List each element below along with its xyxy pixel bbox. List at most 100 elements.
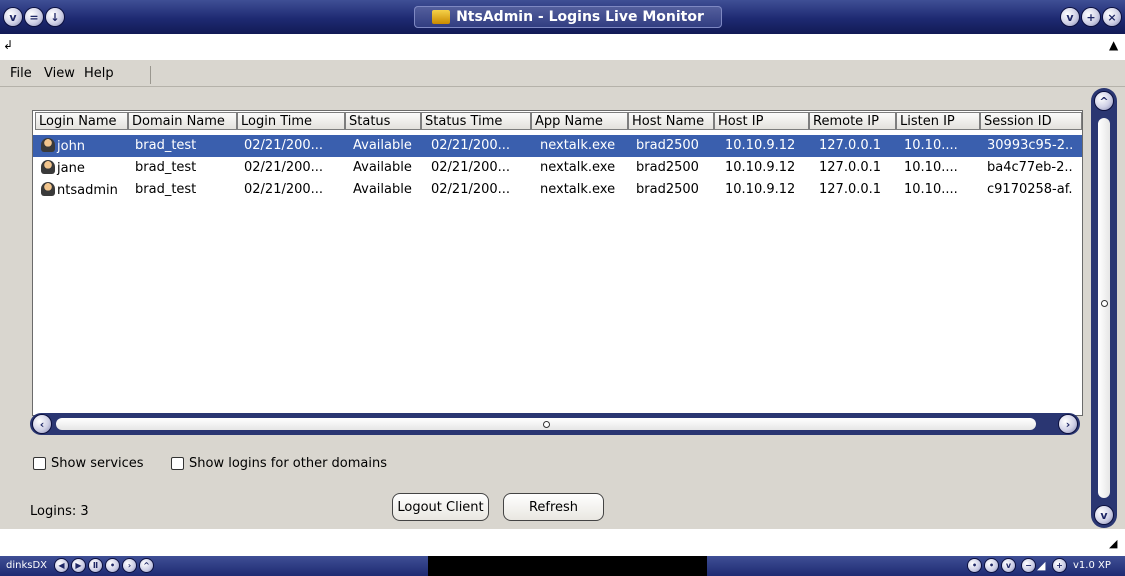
cell-listen-ip: 10.10.... — [904, 160, 958, 175]
checkbox-box[interactable] — [171, 457, 184, 470]
app-logo-icon — [432, 10, 451, 24]
tray-button-2-icon[interactable]: • — [985, 559, 998, 572]
close-icon[interactable]: × — [1103, 8, 1121, 26]
cell-status: Available — [353, 182, 412, 197]
cell-login-time: 02/21/200... — [244, 160, 324, 175]
column-remote-ip[interactable]: Remote IP — [809, 112, 896, 130]
logins-table[interactable]: Login Name Domain Name Login Time Status… — [32, 110, 1083, 416]
vertical-scroll-thumb[interactable] — [1101, 300, 1108, 307]
menu-bar: File View Help — [0, 60, 1125, 87]
cell-host-ip: 10.10.9.12 — [725, 160, 796, 175]
show-services-label: Show services — [51, 456, 144, 471]
table-header: Login Name Domain Name Login Time Status… — [33, 111, 1082, 132]
user-icon — [41, 160, 55, 174]
cell-host-ip: 10.10.9.12 — [725, 138, 796, 153]
logins-count: Logins: 3 — [30, 504, 89, 519]
cell-host-ip: 10.10.9.12 — [725, 182, 796, 197]
column-listen-ip[interactable]: Listen IP — [896, 112, 980, 130]
taskbar-button-2-icon[interactable]: ▶ — [72, 559, 85, 572]
cell-status-time: 02/21/200... — [431, 160, 511, 175]
volume-icon[interactable]: ◢ — [1037, 559, 1045, 572]
checkbox-box[interactable] — [33, 457, 46, 470]
tray-button-3-icon[interactable]: v — [1002, 559, 1015, 572]
cell-host-name: brad2500 — [636, 138, 699, 153]
scroll-left-icon[interactable]: ‹ — [33, 415, 51, 433]
cell-session-id: 30993c95-2.. — [987, 138, 1074, 153]
user-icon — [41, 138, 55, 152]
vertical-scrollbar[interactable]: ^ v — [1091, 88, 1117, 528]
column-host-name[interactable]: Host Name — [628, 112, 714, 130]
vertical-scroll-track[interactable] — [1098, 118, 1110, 498]
title-bar: v = ↓ NtsAdmin - Logins Live Monitor v +… — [0, 0, 1125, 34]
refresh-button[interactable]: Refresh — [503, 493, 604, 521]
table-row[interactable]: ntsadmin brad_test 02/21/200... Availabl… — [33, 179, 1082, 201]
cell-session-id: ba4c77eb-2.. — [987, 160, 1073, 175]
show-services-checkbox[interactable]: Show services — [33, 456, 144, 471]
cell-login-time: 02/21/200... — [244, 138, 324, 153]
taskbar-left-label: dinksDX — [6, 560, 48, 571]
cell-app-name: nextalk.exe — [540, 138, 616, 153]
show-other-domains-checkbox[interactable]: Show logins for other domains — [171, 456, 387, 471]
cell-status: Available — [353, 160, 412, 175]
column-status[interactable]: Status — [345, 112, 421, 130]
minimize-to-tray-icon[interactable]: = — [25, 8, 43, 26]
logins-panel: Login Name Domain Name Login Time Status… — [24, 96, 1088, 430]
minimize-icon[interactable]: v — [1061, 8, 1079, 26]
shade-icon[interactable]: ↓ — [46, 8, 64, 26]
cell-host-name: brad2500 — [636, 160, 699, 175]
taskbar-black-panel — [428, 556, 707, 576]
back-arrow-icon[interactable]: ↲ — [3, 38, 13, 52]
cell-login-name: john — [41, 138, 85, 154]
horizontal-scrollbar[interactable]: ‹ › — [30, 413, 1080, 435]
show-other-domains-label: Show logins for other domains — [189, 456, 388, 471]
tray-plus-icon[interactable]: + — [1053, 559, 1066, 572]
column-app-name[interactable]: App Name — [531, 112, 628, 130]
toolbar-strip: ↲ ▲ — [0, 34, 1125, 60]
taskbar-button-1-icon[interactable]: ◀ — [55, 559, 68, 572]
table-row[interactable]: jane brad_test 02/21/200... Available 02… — [33, 157, 1082, 179]
table-row[interactable]: john brad_test 02/21/200... Available 02… — [33, 135, 1082, 157]
cursor-icon: ▲ — [1109, 38, 1119, 52]
cell-app-name: nextalk.exe — [540, 160, 616, 175]
resize-grip-icon[interactable]: ◢ — [1109, 537, 1117, 550]
tray-button-1-icon[interactable]: • — [968, 559, 981, 572]
cell-status-time: 02/21/200... — [431, 138, 511, 153]
cell-remote-ip: 127.0.0.1 — [819, 160, 882, 175]
menu-separator — [150, 66, 151, 84]
column-login-name[interactable]: Login Name — [35, 112, 128, 130]
user-icon — [41, 182, 55, 196]
scroll-up-icon[interactable]: ^ — [1095, 92, 1113, 110]
cell-status: Available — [353, 138, 412, 153]
taskbar-button-5-icon[interactable]: › — [123, 559, 136, 572]
column-domain-name[interactable]: Domain Name — [128, 112, 237, 130]
taskbar-button-3-icon[interactable]: Ⅱ — [89, 559, 102, 572]
cell-listen-ip: 10.10.... — [904, 182, 958, 197]
horizontal-scroll-thumb[interactable] — [543, 421, 550, 428]
cell-app-name: nextalk.exe — [540, 182, 616, 197]
menu-file[interactable]: File — [10, 66, 32, 81]
column-status-time[interactable]: Status Time — [421, 112, 531, 130]
taskbar-button-6-icon[interactable]: ^ — [140, 559, 153, 572]
menu-view[interactable]: View — [44, 66, 75, 81]
taskbar: dinksDX ◀ ▶ Ⅱ • › ^ • • v − ◢ + v1.0 XP — [0, 556, 1125, 576]
column-session-id[interactable]: Session ID — [980, 112, 1082, 130]
cell-remote-ip: 127.0.0.1 — [819, 182, 882, 197]
window-title: NtsAdmin - Logins Live Monitor — [456, 9, 704, 25]
scroll-right-icon[interactable]: › — [1059, 415, 1077, 433]
cell-remote-ip: 127.0.0.1 — [819, 138, 882, 153]
cell-login-name: ntsadmin — [41, 182, 118, 198]
logout-client-button[interactable]: Logout Client — [392, 493, 489, 521]
cell-domain-name: brad_test — [135, 138, 197, 153]
maximize-icon[interactable]: + — [1082, 8, 1100, 26]
menu-help[interactable]: Help — [84, 66, 114, 81]
cell-login-time: 02/21/200... — [244, 182, 324, 197]
column-host-ip[interactable]: Host IP — [714, 112, 809, 130]
scroll-down-icon[interactable]: v — [1095, 506, 1113, 524]
taskbar-button-4-icon[interactable]: • — [106, 559, 119, 572]
cell-listen-ip: 10.10.... — [904, 138, 958, 153]
column-login-time[interactable]: Login Time — [237, 112, 345, 130]
cell-domain-name: brad_test — [135, 182, 197, 197]
tray-minus-icon[interactable]: − — [1022, 559, 1035, 572]
cell-domain-name: brad_test — [135, 160, 197, 175]
menu-icon[interactable]: v — [4, 8, 22, 26]
